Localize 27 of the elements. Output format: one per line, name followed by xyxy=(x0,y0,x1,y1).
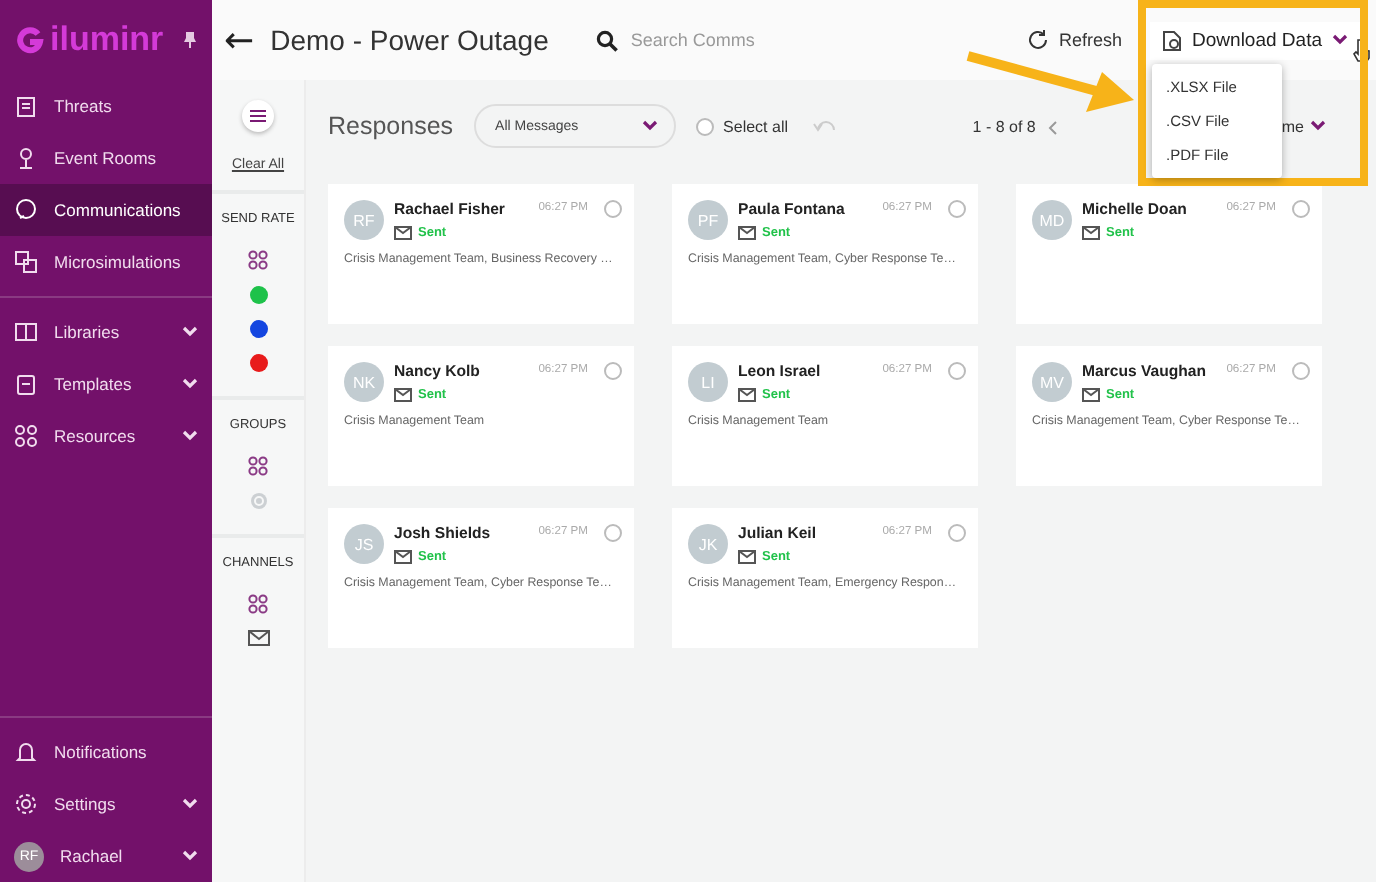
sidebar-item[interactable]: Threats xyxy=(0,80,212,132)
search-field[interactable]: Search Comms xyxy=(626,28,875,52)
avatar: PF xyxy=(688,200,728,240)
avatar: MV xyxy=(1032,362,1072,402)
sidebar-item[interactable]: Libraries xyxy=(0,306,212,358)
avatar: JS xyxy=(344,524,384,564)
page-title: Demo - Power Outage xyxy=(270,24,549,56)
section-title: Responses xyxy=(328,112,454,140)
sort-dropdown[interactable]: me xyxy=(1281,117,1326,135)
sidebar-item[interactable]: Event Rooms xyxy=(0,132,212,184)
avatar: NK xyxy=(344,362,384,402)
sidebar-item[interactable]: Communications xyxy=(0,184,212,236)
avatar: RF xyxy=(344,200,384,240)
avatar: MD xyxy=(1032,200,1072,240)
select-all-checkbox[interactable]: Select all xyxy=(695,117,789,135)
sidebar-item[interactable]: Microsimulations xyxy=(0,236,212,288)
refresh-button[interactable]: Refresh xyxy=(1025,28,1123,52)
back-button[interactable]: ← xyxy=(224,19,255,61)
brand-name: iluminr xyxy=(50,20,164,60)
pagination-text: 1 - 8 of 8 xyxy=(972,117,1036,135)
sidebar-item[interactable]: Resources xyxy=(0,410,212,462)
sidebar-item[interactable]: Notifications xyxy=(0,726,212,778)
download-button[interactable]: Download Data xyxy=(1150,21,1360,59)
sidebar-item[interactable]: Settings xyxy=(0,778,212,830)
sidebar-item[interactable]: Templates xyxy=(0,358,212,410)
avatar: LI xyxy=(688,362,728,402)
avatar: JK xyxy=(688,524,728,564)
